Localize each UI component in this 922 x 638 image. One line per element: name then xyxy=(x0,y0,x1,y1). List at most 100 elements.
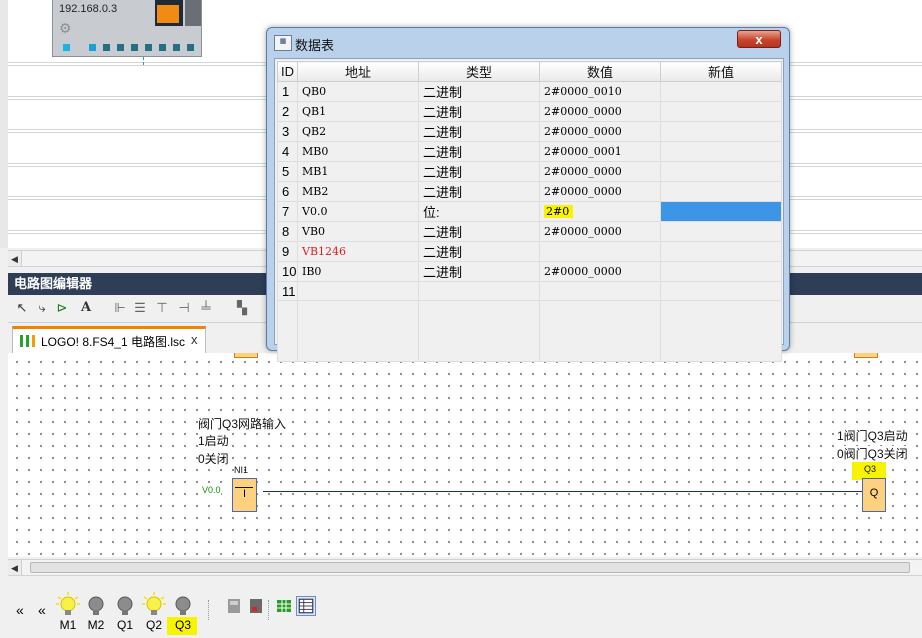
column-header-value[interactable]: 数值 xyxy=(539,61,661,82)
type-cell[interactable]: 位: xyxy=(418,201,540,222)
lamp-off-icon[interactable] xyxy=(171,592,195,618)
address-cell[interactable]: VB0 xyxy=(297,221,419,242)
data-table-dialog[interactable]: ▦ 数据表 x ID 地址 类型 数值 新值 1 QB0 二进制 2#0000_… xyxy=(266,27,790,362)
column-header-address[interactable]: 地址 xyxy=(297,61,419,82)
device-port[interactable] xyxy=(89,44,96,51)
table-row[interactable]: 1 QB0 二进制 2#0000_0010 xyxy=(277,81,782,102)
scroll-left-icon[interactable]: ◀ xyxy=(8,560,22,575)
close-icon[interactable]: x xyxy=(191,332,198,347)
block-fragment xyxy=(854,353,878,358)
table-row[interactable]: 7 V0.0 位: 2#0 xyxy=(277,201,782,222)
new-value-cell[interactable] xyxy=(660,101,782,122)
row-id: 5 xyxy=(277,161,298,182)
scroll-left-icon[interactable]: ◀ xyxy=(8,251,22,266)
table-row[interactable]: 2 QB1 二进制 2#0000_0000 xyxy=(277,101,782,122)
column-header-type[interactable]: 类型 xyxy=(418,61,540,82)
lamp-off-icon[interactable] xyxy=(113,592,137,618)
type-cell[interactable]: 二进制 xyxy=(418,141,540,162)
circuit-canvas[interactable]: 阀门Q3网路输入 1启动 0关闭 NI1 V0.0 I 1阀门Q3启动 0阀门Q… xyxy=(8,353,922,557)
table-row[interactable]: 5 MB1 二进制 2#0000_0000 xyxy=(277,161,782,182)
grid-icon[interactable] xyxy=(276,598,292,614)
new-value-cell[interactable] xyxy=(660,121,782,142)
module-icon[interactable] xyxy=(226,598,242,614)
data-table: ID 地址 类型 数值 新值 1 QB0 二进制 2#0000_0010 2 Q… xyxy=(277,61,782,362)
align-left-icon[interactable]: ⊩ xyxy=(112,300,128,316)
output-block[interactable]: Q xyxy=(862,478,886,512)
address-cell[interactable]: QB2 xyxy=(297,121,419,142)
new-value-cell-selected[interactable] xyxy=(660,201,782,222)
address-cell[interactable]: MB0 xyxy=(297,141,419,162)
new-value-cell[interactable] xyxy=(660,241,782,262)
scroll-thumb[interactable] xyxy=(30,562,910,573)
type-cell[interactable]: 二进制 xyxy=(418,81,540,102)
row-id: 11 xyxy=(277,281,298,301)
network-input-block[interactable]: I xyxy=(232,478,257,512)
address-cell[interactable]: V0.0 xyxy=(297,201,419,222)
new-value-cell[interactable] xyxy=(660,181,782,202)
new-value-cell[interactable] xyxy=(660,221,782,242)
nav-prev-button[interactable]: « xyxy=(38,602,46,618)
lamp-on-icon[interactable] xyxy=(142,592,166,618)
align-top-icon[interactable]: ⊤ xyxy=(154,300,170,316)
table-window-icon: ▦ xyxy=(274,35,292,51)
address-cell[interactable]: MB2 xyxy=(297,181,419,202)
new-value-cell[interactable] xyxy=(660,281,782,301)
empty-cell xyxy=(418,300,540,362)
input-address-label: V0.0 xyxy=(202,485,221,495)
table-row[interactable]: 6 MB2 二进制 2#0000_0000 xyxy=(277,181,782,202)
type-cell[interactable]: 二进制 xyxy=(418,241,540,262)
address-cell[interactable] xyxy=(297,281,419,301)
table-row-empty xyxy=(277,300,782,362)
row-id: 1 xyxy=(277,81,298,102)
block-label: Q3 xyxy=(864,464,877,474)
address-cell[interactable]: IB0 xyxy=(297,261,419,282)
type-cell[interactable]: 二进制 xyxy=(418,101,540,122)
connection-wire[interactable] xyxy=(263,491,865,492)
type-cell[interactable] xyxy=(418,281,540,301)
constants-icon[interactable]: ⊳ xyxy=(54,300,70,316)
table-row[interactable]: 8 VB0 二进制 2#0000_0000 xyxy=(277,221,782,242)
ladder-icon xyxy=(20,335,35,347)
align-bottom-icon[interactable]: ╧ xyxy=(198,300,214,316)
logo-device[interactable]: 192.168.0.3 ⚙ xyxy=(52,0,202,65)
device-display-lit xyxy=(157,5,179,23)
align-right-icon[interactable]: ☰ xyxy=(132,300,148,316)
device-port xyxy=(187,44,194,51)
type-cell[interactable]: 二进制 xyxy=(418,261,540,282)
table-row[interactable]: 4 MB0 二进制 2#0000_0001 xyxy=(277,141,782,162)
lamp-off-icon[interactable] xyxy=(84,592,108,618)
select-pointer-icon[interactable]: ↖ xyxy=(14,300,30,316)
column-header-new-value[interactable]: 新值 xyxy=(660,61,782,82)
type-cell[interactable]: 二进制 xyxy=(418,161,540,182)
module-status-icon[interactable] xyxy=(248,598,264,614)
distribute-icon[interactable]: ▚ xyxy=(234,300,250,316)
nav-first-button[interactable]: « xyxy=(16,602,24,618)
data-table-panel: ID 地址 类型 数值 新值 1 QB0 二进制 2#0000_0010 2 Q… xyxy=(274,58,784,362)
lamp-on-icon[interactable] xyxy=(56,592,80,618)
table-row[interactable]: 3 QB2 二进制 2#0000_0000 xyxy=(277,121,782,142)
address-cell[interactable]: QB0 xyxy=(297,81,419,102)
address-cell[interactable]: QB1 xyxy=(297,101,419,122)
new-value-cell[interactable] xyxy=(660,261,782,282)
close-button[interactable]: x xyxy=(737,30,781,48)
tab-circuit-diagram[interactable]: LOGO! 8.FS4_1 电路图.lsc x xyxy=(12,326,206,353)
canvas-scrollbar[interactable]: ◀ xyxy=(8,559,922,576)
comment-line: 1阀门Q3启动 xyxy=(837,428,908,444)
table-row[interactable]: 9 VB1246 二进制 xyxy=(277,241,782,262)
text-tool-icon[interactable]: A xyxy=(78,300,94,316)
type-cell[interactable]: 二进制 xyxy=(418,221,540,242)
connect-icon[interactable]: ⤷ xyxy=(34,300,50,316)
new-value-cell[interactable] xyxy=(660,81,782,102)
column-header-id[interactable]: ID xyxy=(277,61,298,82)
type-cell[interactable]: 二进制 xyxy=(418,121,540,142)
table-row[interactable]: 11 xyxy=(277,281,782,301)
align-center-icon[interactable]: ⊣ xyxy=(176,300,192,316)
output-label: Q1 xyxy=(116,618,133,632)
address-cell-error[interactable]: VB1246 xyxy=(297,241,419,262)
table-row[interactable]: 10 IB0 二进制 2#0000_0000 xyxy=(277,261,782,282)
address-cell[interactable]: MB1 xyxy=(297,161,419,182)
data-table-icon[interactable] xyxy=(296,596,316,616)
new-value-cell[interactable] xyxy=(660,141,782,162)
new-value-cell[interactable] xyxy=(660,161,782,182)
type-cell[interactable]: 二进制 xyxy=(418,181,540,202)
